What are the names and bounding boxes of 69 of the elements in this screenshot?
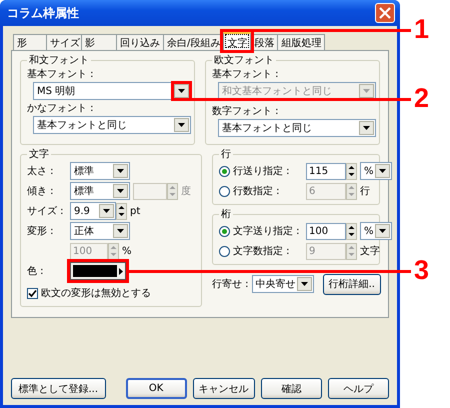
dialog-button[interactable]: 標準として登録... (11, 378, 106, 399)
alignment-dropdown[interactable]: 中央寄せ (252, 275, 314, 293)
close-icon (379, 7, 391, 19)
option-label: 文字数指定 : (233, 244, 291, 258)
tab[interactable]: サイズ (46, 34, 82, 50)
color-picker-button[interactable] (70, 262, 126, 280)
dialog-button[interactable]: ヘルプ (328, 378, 389, 399)
field-label: 行寄せ : (212, 278, 249, 291)
option-label: 行数指定 : (233, 184, 281, 198)
unit-label: % (122, 246, 132, 256)
checkbox-label[interactable]: 欧文の変形は無効とする (41, 286, 151, 300)
unit-label: 度 (181, 184, 191, 198)
font-dropdown[interactable]: 基本フォントと同じ (218, 119, 376, 137)
tab[interactable]: 組版処理 (277, 34, 326, 50)
field-label: 太さ : (27, 164, 55, 178)
radio-button[interactable] (219, 166, 230, 176)
tab[interactable]: 回り込み (116, 34, 164, 50)
font-dropdown[interactable]: 基本フォントと同じ (33, 116, 191, 134)
callout-number: 3 (414, 254, 430, 284)
option-label: 行送り指定 : (233, 164, 291, 178)
group-title: 桁 (220, 208, 232, 221)
spinner-buttons[interactable] (346, 222, 357, 240)
radio-button[interactable] (219, 246, 230, 256)
unit-label: 行 (360, 185, 370, 198)
field-label: かなフォント : (27, 102, 95, 115)
unit-dropdown[interactable]: % (360, 222, 392, 240)
group-title: 和文フォント (28, 54, 90, 67)
close-button[interactable] (375, 3, 395, 23)
dialog-button[interactable]: キャンセル (192, 378, 255, 399)
tab[interactable]: 形 (13, 34, 47, 50)
spinner-buttons[interactable] (346, 162, 357, 180)
callout-number: 1 (414, 14, 430, 44)
field-label: 傾き : (27, 185, 55, 198)
group-title: 欧文フォント (213, 54, 275, 67)
unit-label: pt (130, 206, 140, 216)
triangle-right-icon (119, 268, 123, 274)
checkbox[interactable] (27, 288, 38, 298)
field-label: サイズ : (27, 205, 65, 218)
number-field[interactable]: 115 (306, 162, 346, 180)
callout-frame (67, 259, 129, 283)
field-label: 基本フォント : (212, 68, 280, 81)
field-label: 数字フォント : (212, 104, 280, 118)
slant-dropdown[interactable]: 標準 (70, 182, 130, 200)
callout-number: 2 (414, 83, 430, 113)
angle-field[interactable] (133, 182, 167, 200)
radio-button[interactable] (219, 186, 230, 196)
radio-button[interactable] (219, 226, 230, 236)
font-dropdown[interactable]: MS 明朝 (33, 82, 191, 100)
unit-label: 文字 (360, 244, 380, 258)
dialog-button[interactable]: OK (126, 378, 187, 399)
size-dropdown[interactable]: 9.9 (70, 202, 116, 220)
details-button[interactable]: 行桁詳細.. (322, 274, 381, 294)
field-label: 基本フォント : (27, 68, 95, 81)
transform-dropdown[interactable]: 正体 (70, 222, 130, 240)
tab[interactable]: 文字 (223, 32, 252, 50)
spinner-buttons[interactable] (116, 202, 127, 220)
callout-frame (171, 81, 192, 101)
field-label: 変形 : (27, 224, 55, 238)
tab[interactable]: 影 (81, 34, 117, 50)
callout-frame (220, 29, 254, 53)
field-label: 色 : (27, 265, 45, 278)
unit-dropdown[interactable]: % (360, 162, 392, 180)
window-title: コラム枠属性 (7, 4, 79, 22)
option-label: 文字送り指定 : (233, 224, 301, 238)
group-title: 文字 (28, 148, 50, 161)
group-title: 行 (220, 148, 232, 161)
number-field[interactable]: 100 (306, 222, 346, 240)
weight-dropdown[interactable]: 標準 (70, 162, 130, 180)
dialog-button[interactable]: 確認 (260, 378, 322, 399)
